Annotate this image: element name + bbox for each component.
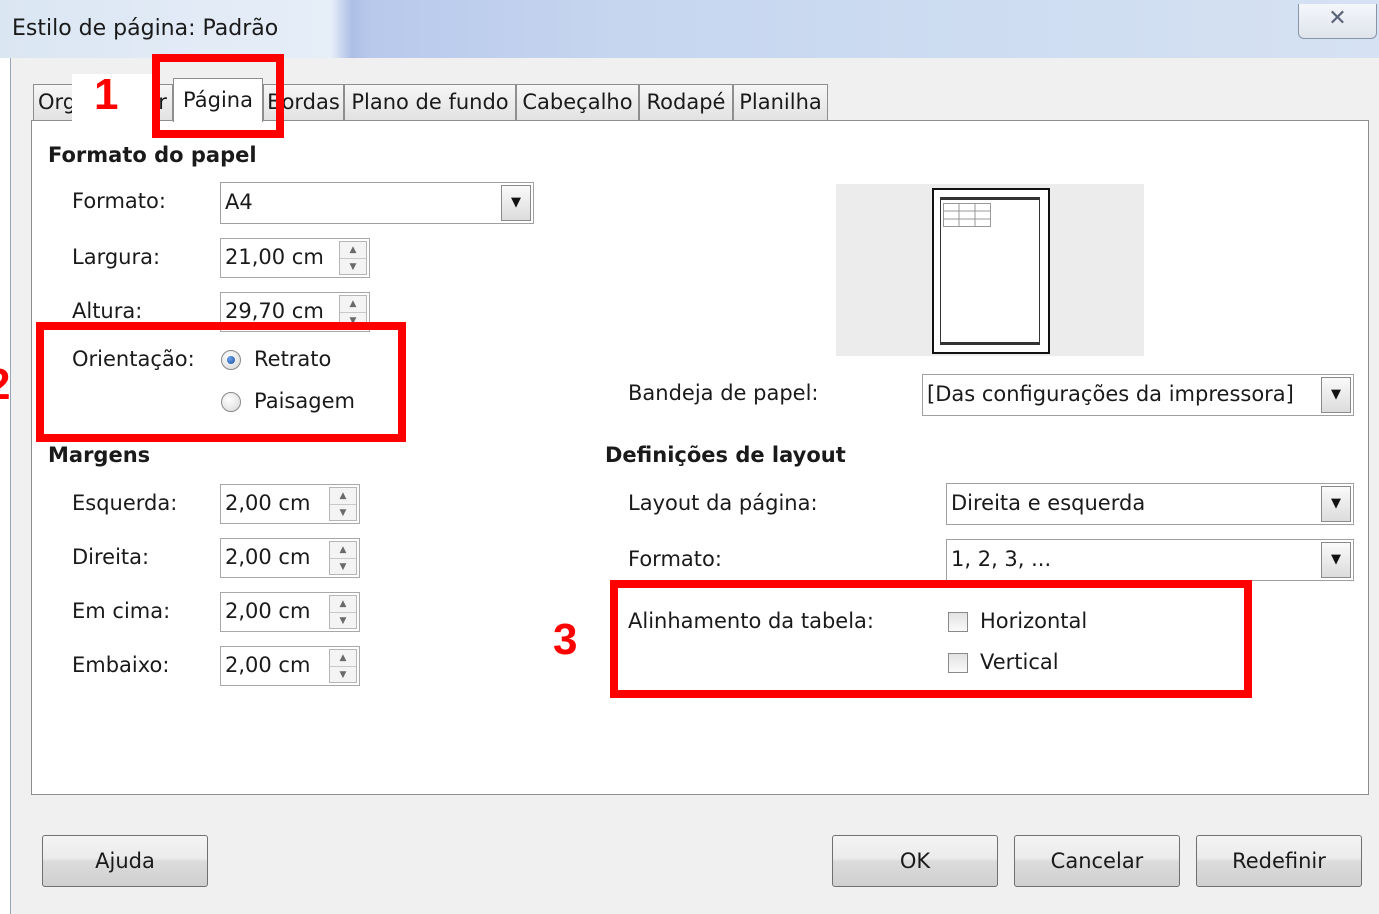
cancel-button[interactable]: Cancelar [1014,835,1180,887]
margin-left-spinner[interactable]: 2,00 cm ▲ ▼ [220,484,360,524]
tab-footer[interactable]: Rodapé [639,84,733,120]
tab-background[interactable]: Plano de fundo [344,84,516,120]
reset-button[interactable]: Redefinir [1196,835,1362,887]
window-title: Estilo de página: Padrão [12,16,279,41]
margin-top-spinner[interactable]: 2,00 cm ▲ ▼ [220,592,360,632]
numbering-format-select[interactable]: 1, 2, 3, ... ▼ [946,539,1354,581]
tab-header[interactable]: Cabeçalho [516,84,639,120]
annotation-number-1: 1 [94,70,119,119]
paper-format-heading: Formato do papel [48,143,257,167]
close-button[interactable]: ✕ [1298,4,1377,39]
numbering-format-label: Formato: [628,547,722,571]
tab-sheet[interactable]: Planilha [733,84,828,120]
width-label: Largura: [72,245,161,269]
margin-top-label: Em cima: [72,599,171,623]
chevron-down-icon[interactable]: ▼ [1321,486,1351,522]
margin-left-label: Esquerda: [72,491,178,515]
layout-heading: Definições de layout [605,443,846,467]
margin-right-spinner[interactable]: 2,00 cm ▲ ▼ [220,538,360,578]
format-label: Formato: [72,189,166,213]
annotation-number-2: 2 [0,360,10,410]
margin-bottom-label: Embaixo: [72,653,170,677]
close-icon: ✕ [1328,6,1347,31]
chevron-down-icon[interactable]: ▼ [501,185,531,221]
paper-format-select[interactable]: A4 ▼ [220,182,534,224]
table-grid-icon [943,203,991,227]
margin-bottom-spinner[interactable]: 2,00 cm ▲ ▼ [220,646,360,686]
chevron-down-icon[interactable]: ▼ [1321,377,1351,413]
annotation-number-3: 3 [553,615,578,664]
spin-arrows-icon[interactable]: ▲ ▼ [329,541,357,575]
annotation-box-orientation [36,322,406,442]
spin-arrows-icon[interactable]: ▲ ▼ [329,649,357,683]
paper-tray-select[interactable]: [Das configurações da impressora] ▼ [922,374,1354,416]
help-button[interactable]: Ajuda [42,835,208,887]
page-layout-label: Layout da página: [628,491,818,515]
height-label: Altura: [72,299,143,323]
ok-button[interactable]: OK [832,835,998,887]
width-spinner[interactable]: 21,00 cm ▲ ▼ [220,238,370,278]
margin-right-label: Direita: [72,545,150,569]
annotation-box-page-tab [152,54,284,138]
annotation-box-table-alignment [610,580,1252,698]
chevron-down-icon[interactable]: ▼ [1321,542,1351,578]
margins-heading: Margens [48,443,151,467]
spin-arrows-icon[interactable]: ▲ ▼ [329,595,357,629]
paper-tray-label: Bandeja de papel: [628,381,819,405]
spin-arrows-icon[interactable]: ▲ ▼ [339,241,367,275]
page-layout-select[interactable]: Direita e esquerda ▼ [946,483,1354,525]
spin-arrows-icon[interactable]: ▲ ▼ [329,487,357,521]
